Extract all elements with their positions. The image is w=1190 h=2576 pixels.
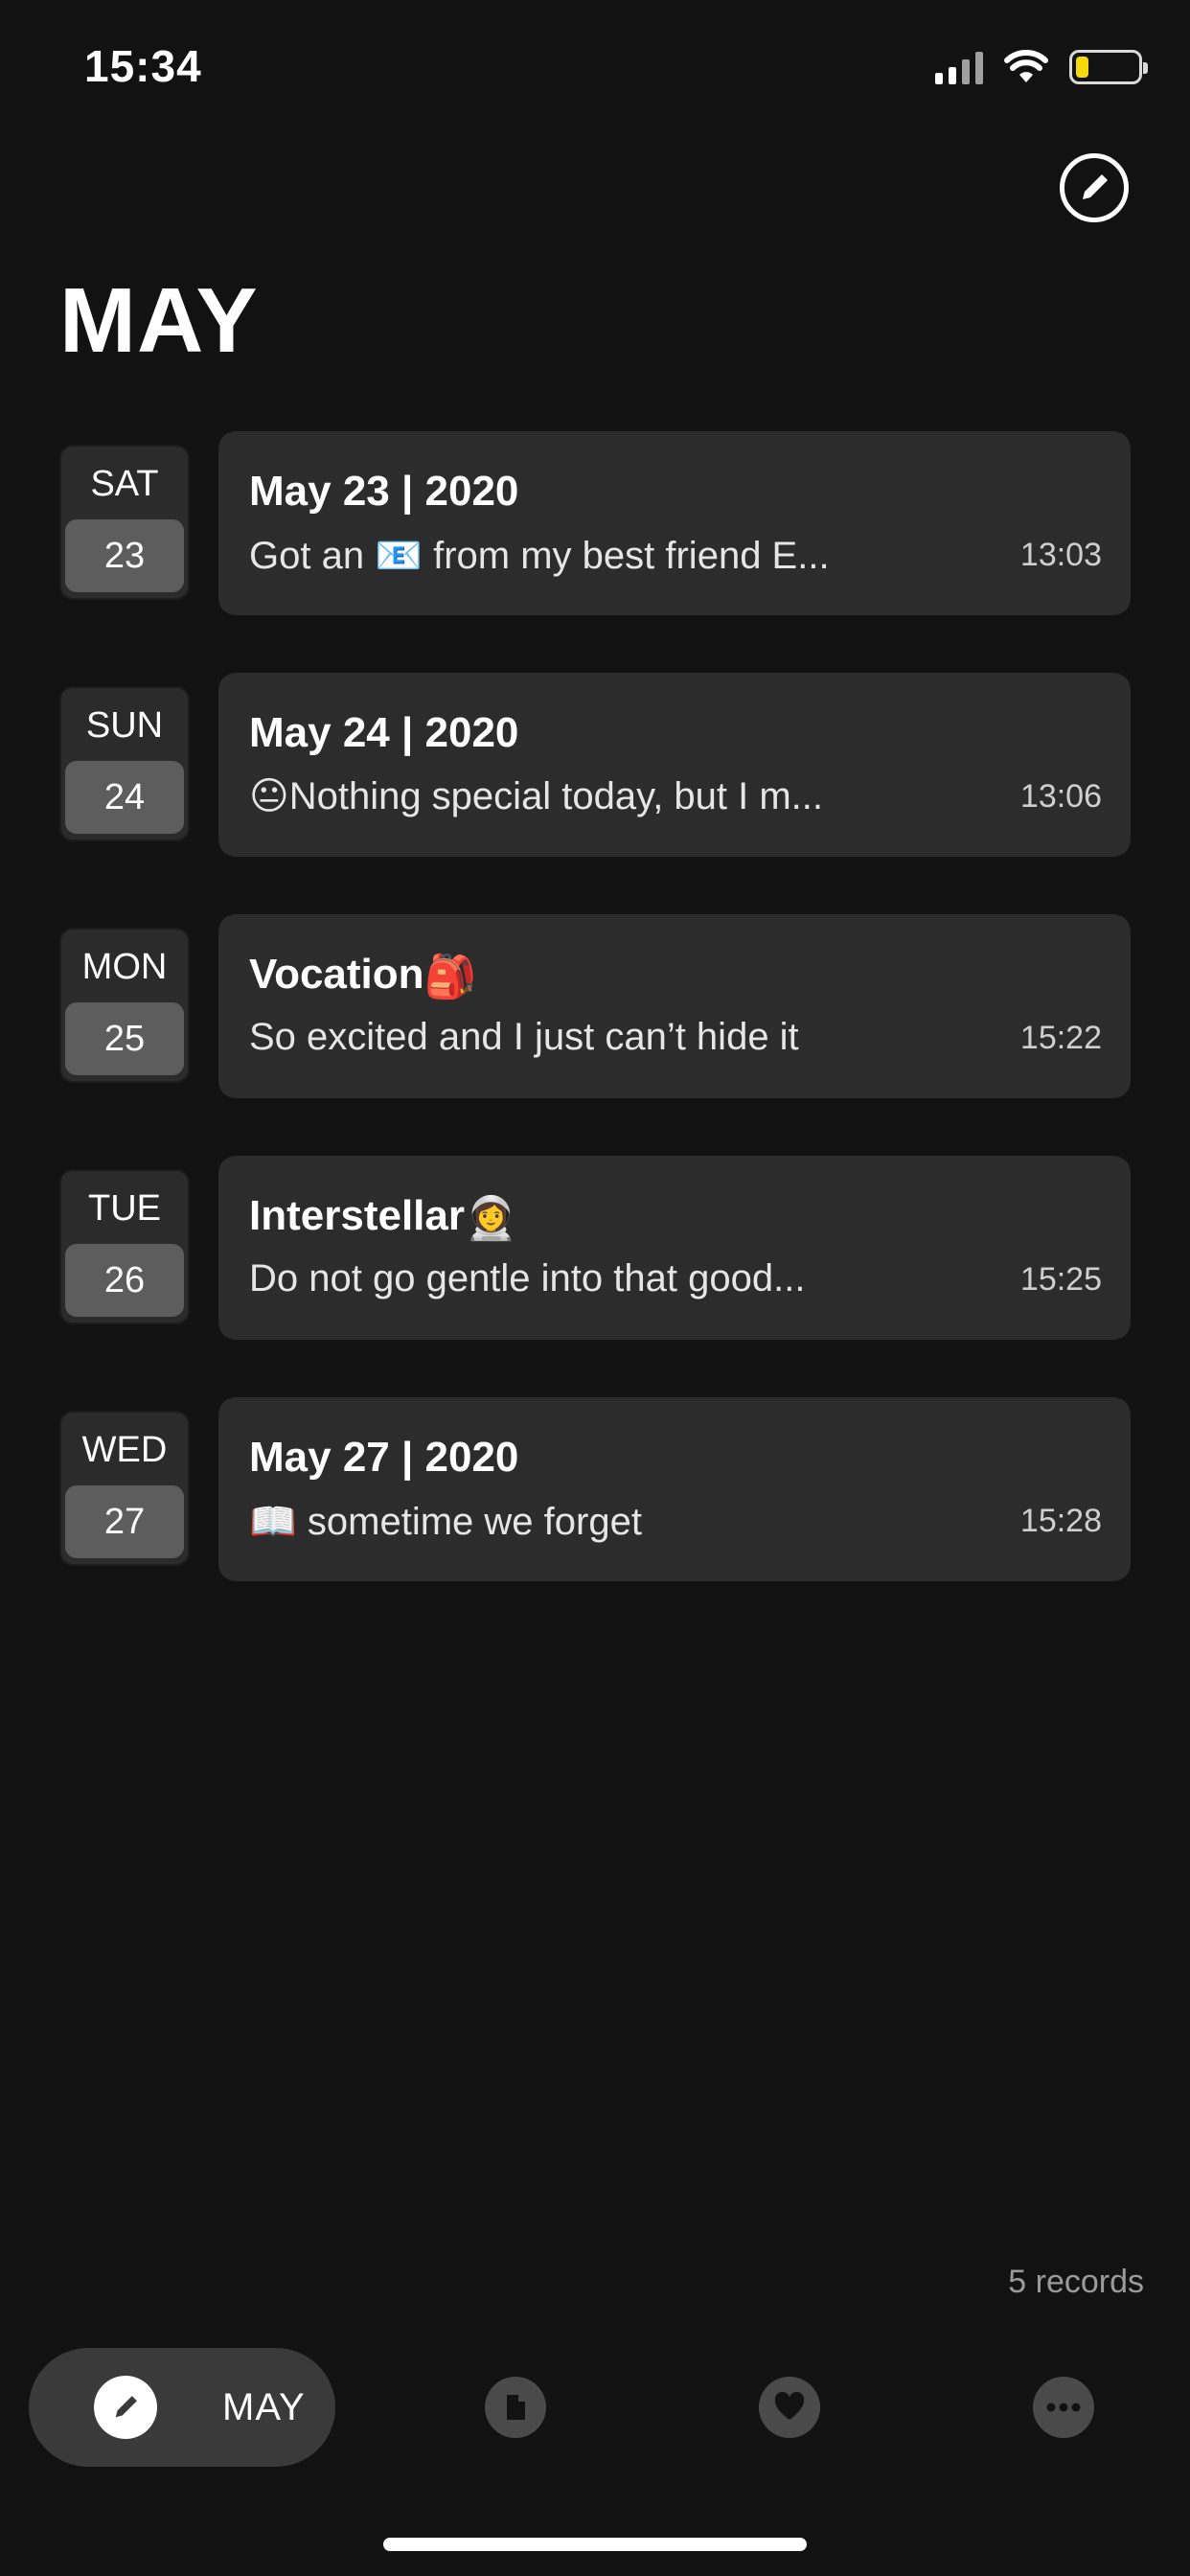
entry-row[interactable]: SAT 23 May 23 | 2020 Got an 📧 from my be… [59,431,1131,615]
entry-title-text: May 27 | 2020 [249,1434,519,1481]
entry-title-text: Interstellar [249,1192,465,1239]
entry-row[interactable]: TUE 26 Interstellar👩‍🚀 Do not go gentle … [59,1156,1131,1340]
weekday-label: WED [81,1430,168,1470]
cellular-signal-icon [935,50,983,84]
date-badge: TUE 26 [59,1169,190,1324]
entry-title-emoji: 👩‍🚀 [464,1195,517,1243]
battery-icon [1069,50,1148,84]
weekday-label: SUN [85,705,164,746]
entry-title: May 23 | 2020 [249,468,518,516]
entry-card[interactable]: Vocation🎒 So excited and I just can’t hi… [218,914,1131,1098]
entry-card[interactable]: May 24 | 2020 😐Nothing special today, bu… [218,673,1131,857]
entry-snippet: 😐Nothing special today, but I m... [249,775,824,817]
day-number: 24 [65,761,184,834]
status-icons [935,50,1148,84]
entry-snippet: So excited and I just can’t hide it [249,1016,799,1058]
date-badge: WED 27 [59,1411,190,1566]
entry-title-text: May 24 | 2020 [249,709,519,756]
nav-month-label: MAY [222,2385,306,2428]
entry-title: May 24 | 2020 [249,709,518,757]
entry-time: 15:25 [1019,1261,1102,1298]
entry-time: 15:28 [1019,1503,1102,1539]
status-time: 15:34 [84,41,202,91]
entry-time: 15:22 [1019,1020,1102,1056]
page-title: MAY [59,269,259,372]
entry-snippet: 📖 sometime we forget [249,1501,642,1543]
entry-row[interactable]: MON 25 Vocation🎒 So excited and I just c… [59,914,1131,1098]
entry-list: SAT 23 May 23 | 2020 Got an 📧 from my be… [59,431,1131,1639]
entry-title: Vocation🎒 [249,951,476,1001]
entry-snippet: Do not go gentle into that good... [249,1257,806,1300]
entry-title: May 27 | 2020 [249,1434,518,1482]
entry-card[interactable]: Interstellar👩‍🚀 Do not go gentle into th… [218,1156,1131,1340]
more-icon[interactable] [1033,2377,1094,2438]
day-number: 23 [65,519,184,592]
compose-button[interactable] [1060,153,1129,222]
entry-card[interactable]: May 27 | 2020 📖 sometime we forget 15:28 [218,1397,1131,1581]
entry-time: 13:06 [1019,778,1102,815]
date-badge: SUN 24 [59,686,190,841]
entry-title-text: Vocation [249,951,424,998]
wifi-icon [1004,50,1048,82]
compose-icon [94,2376,157,2439]
nav-month-tab[interactable]: MAY [29,2348,335,2467]
date-badge: MON 25 [59,928,190,1083]
document-icon[interactable] [485,2377,546,2438]
pencil-icon [1083,174,1108,199]
app-screen: 15:34 MAY SAT 23 May 23 | 2020 Got an 📧 [0,0,1190,2576]
home-indicator[interactable] [383,2538,807,2551]
weekday-label: SAT [90,464,159,504]
day-number: 25 [65,1002,184,1075]
entry-row[interactable]: SUN 24 May 24 | 2020 😐Nothing special to… [59,673,1131,857]
entry-title-text: May 23 | 2020 [249,468,519,515]
day-number: 26 [65,1244,184,1317]
weekday-label: TUE [88,1188,161,1229]
entry-time: 13:03 [1019,537,1102,573]
date-badge: SAT 23 [59,445,190,600]
day-number: 27 [65,1485,184,1558]
entry-title: Interstellar👩‍🚀 [249,1192,517,1243]
battery-level [1076,57,1088,78]
entry-title-emoji: 🎒 [423,954,477,1001]
entry-row[interactable]: WED 27 May 27 | 2020 📖 sometime we forge… [59,1397,1131,1581]
entry-snippet: Got an 📧 from my best friend E... [249,535,830,577]
weekday-label: MON [81,947,168,987]
heart-icon[interactable] [759,2377,820,2438]
entry-card[interactable]: May 23 | 2020 Got an 📧 from my best frie… [218,431,1131,615]
records-count: 5 records [1008,2264,1144,2300]
